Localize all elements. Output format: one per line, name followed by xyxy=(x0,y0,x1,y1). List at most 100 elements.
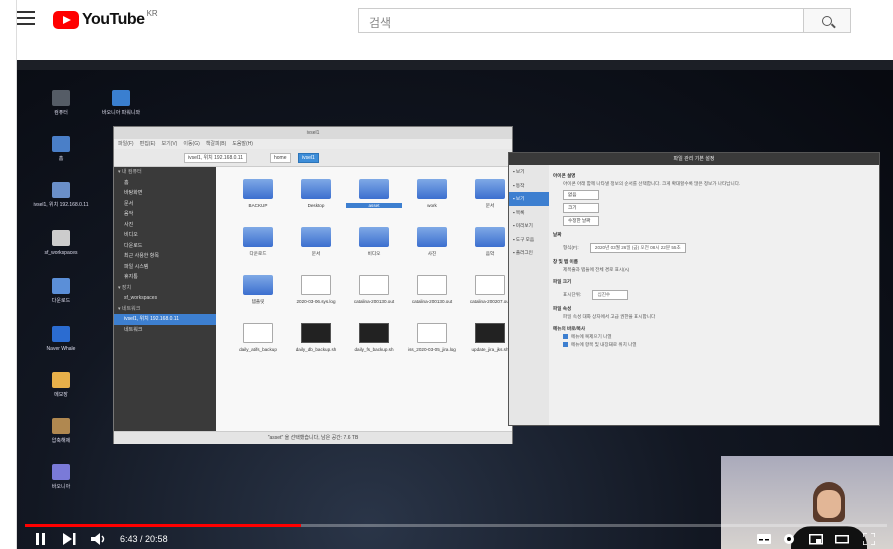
checkbox-icon[interactable] xyxy=(563,334,568,340)
sidebar-item[interactable]: ivsel1, 위치 192.168.0.11 xyxy=(114,314,216,325)
sidebar-section-header: ▾ 내 컴퓨터 xyxy=(118,169,142,175)
filesize-label: 표시단위: xyxy=(563,292,582,297)
file-item[interactable]: daily_db_backup.sh xyxy=(288,323,344,352)
preferences-sidebar-item[interactable]: ▪ 플러그인 xyxy=(509,246,549,260)
desktop-icon[interactable]: 메모장 xyxy=(21,372,101,399)
preferences-sidebar-item[interactable]: ▪ 목록 xyxy=(509,206,549,220)
file-item[interactable]: catalina-200130.out xyxy=(404,275,460,304)
desktop-icon-image xyxy=(52,230,70,246)
file-item[interactable]: 문서 xyxy=(288,227,344,257)
desktop-icon[interactable]: 다운로드 xyxy=(21,278,101,305)
sidebar-item[interactable]: 문서 xyxy=(114,199,216,210)
caption-select-1[interactable]: 없음 xyxy=(563,190,599,200)
file-item[interactable]: 다운로드 xyxy=(230,227,286,257)
file-name: 템플릿 xyxy=(251,299,265,304)
preferences-sidebar-item[interactable]: ▪ 동작 xyxy=(509,179,549,193)
file-manager-toolbar: ivsel1, 위치 192.168.0.11 home ivsel1 xyxy=(114,149,512,167)
desktop-top-bar xyxy=(17,60,893,70)
preferences-dialog[interactable]: 파일 관리 기본 설정 ▪ 보기 ▪ 동작 ▪ 보기 ▪ 목록 ▪ 미리보기 ▪ 도구 모… xyxy=(508,152,880,426)
file-item[interactable]: Desktop xyxy=(288,179,344,208)
filesize-select[interactable]: 십진수 xyxy=(592,290,629,300)
pause-icon[interactable] xyxy=(35,533,47,545)
file-item[interactable]: 템플릿 xyxy=(230,275,286,305)
checkbox-icon[interactable] xyxy=(563,342,568,348)
preferences-sidebar-item[interactable]: ▪ 보기 xyxy=(509,165,549,179)
current-time: 6:43 xyxy=(120,534,138,544)
fullpath-checkbox[interactable]: 제목줄과 탭들에 전체 경로 표시(A) xyxy=(563,267,875,273)
youtube-logo[interactable]: YouTube KR xyxy=(53,9,158,30)
desktop-icon[interactable]: 압축해제 xyxy=(21,418,101,445)
search-input[interactable]: 검색 xyxy=(358,8,804,33)
desktop-icon[interactable]: sf_workspaces xyxy=(21,230,101,257)
theater-mode-icon[interactable] xyxy=(835,533,849,545)
preferences-sidebar-item[interactable]: ▪ 도구 모음 xyxy=(509,233,549,247)
desktop-icon[interactable]: 바오니아 파워니와 xyxy=(81,90,161,117)
file-name: work xyxy=(427,203,437,208)
logo-text: YouTube xyxy=(82,11,145,28)
file-item[interactable]: 2020-03-06.sys.log xyxy=(288,275,344,304)
file-manager-window[interactable]: ivsel1 파일(F) 편집(E) 보기(V) 이동(G) 책갈피(B) 도움말(H) … xyxy=(113,126,513,444)
file-name: 문서 xyxy=(311,251,321,256)
sidebar-item[interactable]: 휴지통 xyxy=(114,272,216,283)
sidebar-item[interactable]: 음악 xyxy=(114,209,216,220)
fullpath-title: 창 및 탭 이름 xyxy=(553,259,578,264)
settings-gear-icon[interactable] xyxy=(783,533,795,545)
breadcrumb-user[interactable]: ivsel1 xyxy=(298,153,319,163)
sidebar-item[interactable]: 네트워크 xyxy=(114,325,216,336)
next-icon[interactable] xyxy=(63,533,77,545)
desktop-icon-label: 바오니아 xyxy=(51,484,71,490)
hamburger-menu-icon[interactable] xyxy=(17,11,35,27)
file-item[interactable]: work xyxy=(404,179,460,208)
desktop-icon-label: 바오니아 파워니와 xyxy=(101,110,141,116)
preferences-sidebar-item[interactable]: ▪ 미리보기 xyxy=(509,219,549,233)
desktop-icon[interactable]: ivsel1, 위치 192.168.0.11 xyxy=(21,182,101,209)
breadcrumb-host[interactable]: ivsel1, 위치 192.168.0.11 xyxy=(184,153,247,163)
sidebar-item[interactable]: sf_workspaces xyxy=(114,293,216,304)
progress-bar[interactable] xyxy=(25,524,301,527)
sidebar-item[interactable]: 다운로드 xyxy=(114,241,216,252)
menu-item[interactable]: 책갈피(B) xyxy=(206,141,226,147)
desktop-icon-image xyxy=(52,326,70,342)
file-item[interactable]: catalina-200130.out xyxy=(346,275,402,304)
file-item[interactable]: daily_fs_backup.sh xyxy=(346,323,402,352)
sidebar-item[interactable]: 바탕화면 xyxy=(114,188,216,199)
video-player[interactable]: 컴퓨터 바오니아 파워니와 홈 ivsel1, 위치 192.168.0.11 sf_w… xyxy=(17,60,893,549)
file-item[interactable]: iss_2020-03-05_jira.log xyxy=(404,323,460,352)
text-file-icon xyxy=(417,323,447,343)
caption-select-3[interactable]: 수정한 날짜 xyxy=(563,216,599,226)
search-button[interactable] xyxy=(803,8,851,33)
menu-item[interactable]: 편집(E) xyxy=(140,141,156,147)
file-item[interactable]: BACKUP xyxy=(230,179,286,208)
file-name: BACKUP xyxy=(248,203,268,208)
fileprops-checkbox[interactable]: 파일 속성 대화 상자에서 고급 권한을 표시합니다 xyxy=(563,314,875,320)
text-file-icon xyxy=(243,323,273,343)
desktop-icon[interactable]: 바오니아 xyxy=(21,464,101,491)
menu-item[interactable]: 도움말(H) xyxy=(232,141,253,147)
desktop-icon-image xyxy=(52,464,70,480)
desktop-icon-image xyxy=(52,278,70,294)
fullscreen-icon[interactable] xyxy=(862,532,876,546)
script-icon xyxy=(475,323,505,343)
volume-icon[interactable] xyxy=(91,533,109,545)
sidebar-item[interactable]: 비디오 xyxy=(114,230,216,241)
menu-item[interactable]: 보기(V) xyxy=(161,141,177,147)
preferences-sidebar-item[interactable]: ▪ 보기 xyxy=(509,192,549,206)
file-item[interactable]: asset xyxy=(346,179,402,208)
date-format-select[interactable]: 2020년 03월 26일 (금) 오전 08시 22분 55초 xyxy=(589,243,686,253)
file-item[interactable]: daily_atifs_backup xyxy=(230,323,286,352)
breadcrumb-home[interactable]: home xyxy=(270,153,291,163)
sidebar-item[interactable]: 사진 xyxy=(114,220,216,231)
subtitles-icon[interactable] xyxy=(757,533,771,545)
miniplayer-icon[interactable] xyxy=(809,533,823,545)
sidebar-item[interactable]: 파일 시스템 xyxy=(114,262,216,273)
menu-item[interactable]: 이동(G) xyxy=(183,141,199,147)
sidebar-item[interactable]: 홈 xyxy=(114,178,216,189)
desktop-icon[interactable]: Naver Whale xyxy=(21,326,101,353)
sidebar-item[interactable]: 최근 사용한 항목 xyxy=(114,251,216,262)
file-item[interactable]: 비디오 xyxy=(346,227,402,257)
caption-select-2[interactable]: 크기 xyxy=(563,203,599,213)
text-file-icon xyxy=(301,275,331,295)
menu-item[interactable]: 파일(F) xyxy=(118,141,134,147)
desktop-icon[interactable]: 홈 xyxy=(21,136,101,163)
file-item[interactable]: 사진 xyxy=(404,227,460,257)
